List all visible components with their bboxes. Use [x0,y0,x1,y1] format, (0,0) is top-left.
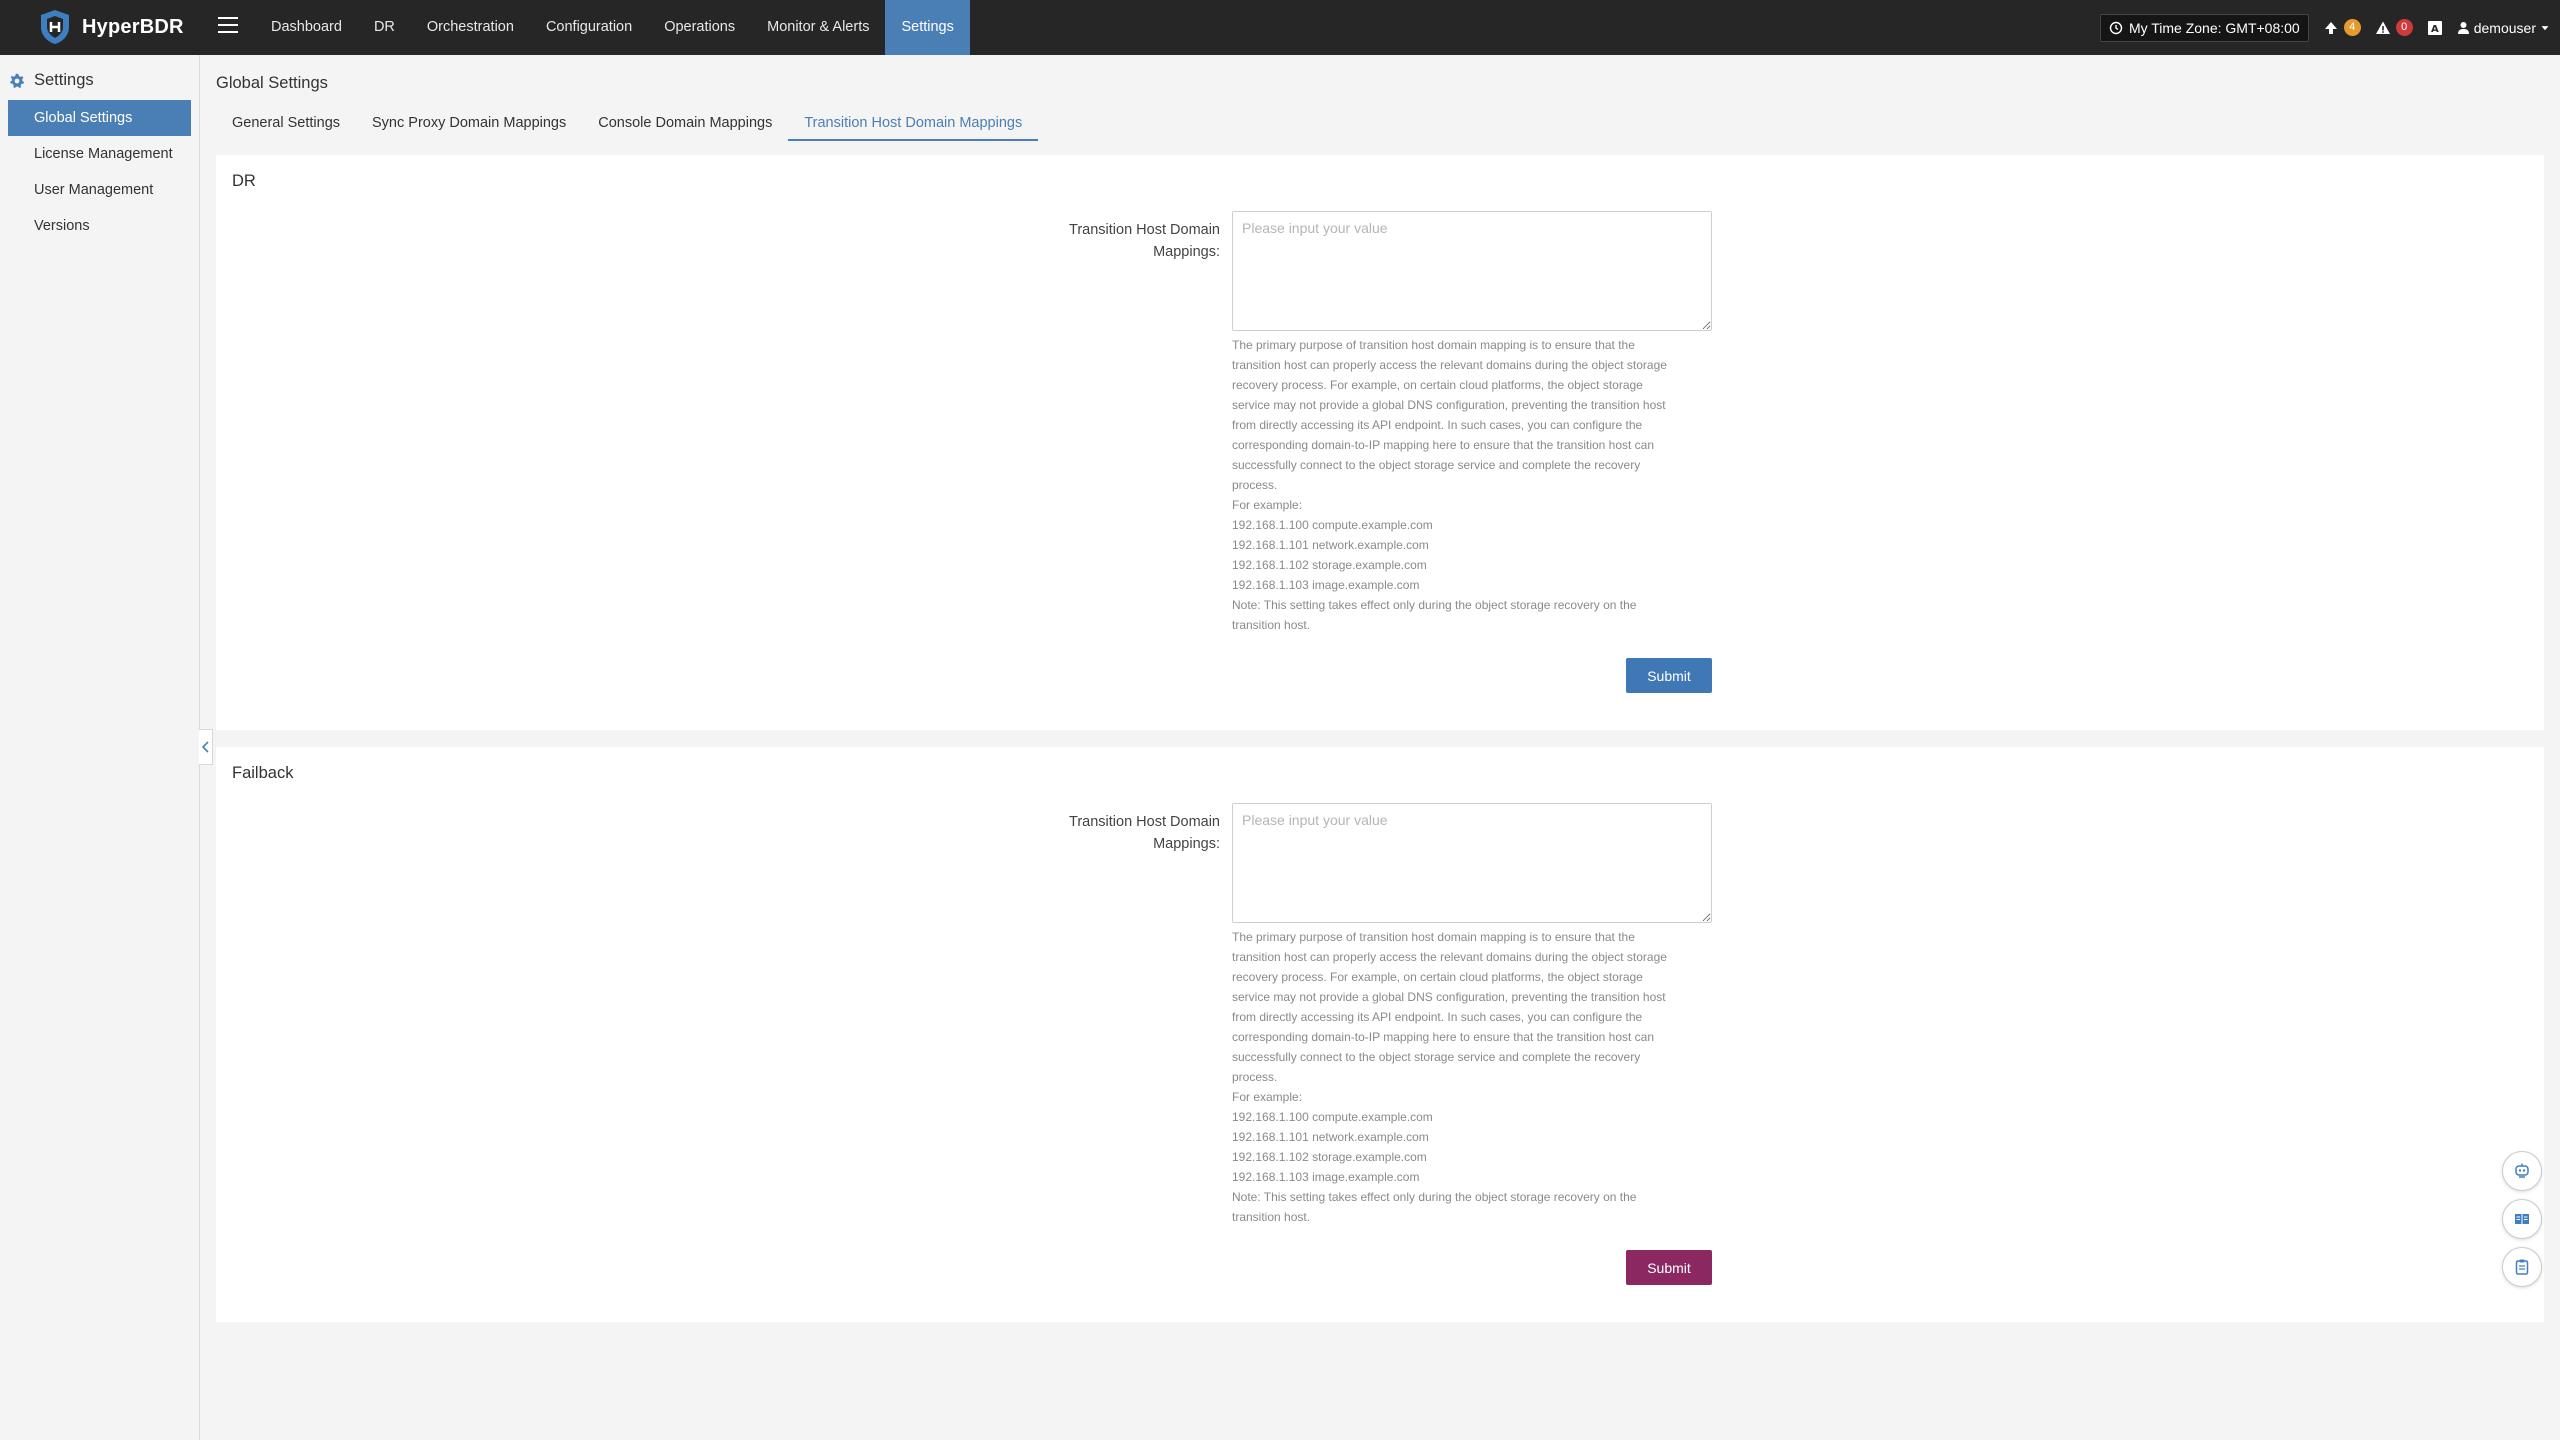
help-line: process. [1232,478,1278,492]
help-line: successfully connect to the object stora… [1232,458,1641,472]
help-line: successfully connect to the object stora… [1232,1050,1641,1064]
timezone-label: My Time Zone: GMT+08:00 [2128,19,2300,36]
help-line: recovery process. For example, on certai… [1232,378,1643,392]
header-tools: My Time Zone: GMT+08:00 4 0 A demouser [2099,0,2550,55]
svg-text:A: A [2431,24,2439,35]
field-label-line1: Transition Host Domain [1069,222,1220,238]
help-line: Note: This setting takes effect only dur… [1232,598,1637,612]
help-line: 192.168.1.103 image.example.com [1232,578,1420,592]
assistant-float-button[interactable] [2502,1151,2542,1191]
upgrade-notice[interactable]: 4 [2323,19,2361,36]
tab-console-domain-mappings[interactable]: Console Domain Mappings [582,108,788,141]
alert-notice[interactable]: 0 [2375,19,2413,36]
dr-submit-button[interactable]: Submit [1626,658,1712,693]
upgrade-count-badge: 4 [2343,19,2361,36]
help-line: 192.168.1.102 storage.example.com [1232,558,1427,572]
tasks-float-button[interactable] [2502,1247,2542,1287]
help-line: 192.168.1.100 compute.example.com [1232,518,1433,532]
field-label-line1: Transition Host Domain [1069,814,1220,830]
sidebar-item-global-settings[interactable]: Global Settings [8,100,191,136]
help-line: process. [1232,1070,1278,1084]
help-line: 192.168.1.101 network.example.com [1232,538,1429,552]
docs-float-button[interactable] [2502,1199,2542,1239]
help-line: For example: [1232,1090,1303,1104]
clipboard-icon [2515,1259,2529,1275]
brand-name: HyperBDR [82,15,184,38]
field-label: Transition Host Domain Mappings: [1046,811,1220,855]
nav-operations[interactable]: Operations [648,0,751,55]
field-label-line2: Mappings: [1153,244,1220,260]
username: demouser [2473,19,2536,36]
help-line: service may not provide a global DNS con… [1232,398,1666,412]
help-line: Note: This setting takes effect only dur… [1232,1190,1637,1204]
clock-icon [2109,21,2123,34]
help-line: corresponding domain-to-IP mapping here … [1232,1030,1655,1044]
help-line: 192.168.1.100 compute.example.com [1232,1110,1433,1124]
arrow-up-icon [2324,21,2337,34]
sidebar-item-user-management[interactable]: User Management [8,172,191,208]
nav-dashboard[interactable]: Dashboard [255,0,358,55]
sidebar-item-versions[interactable]: Versions [8,208,191,244]
language-switch[interactable]: A [2427,20,2443,36]
section-title: Failback [232,764,294,782]
sidebar-menu: Global Settings License Management User … [8,100,191,244]
failback-section-card: Failback Transition Host Domain Mappings… [216,747,2544,1322]
section-title: DR [232,172,256,190]
failback-help-text: The primary purpose of transition host d… [1232,927,1712,1227]
alert-count-badge: 0 [2395,19,2413,36]
help-line: from directly accessing its API endpoint… [1232,418,1643,432]
main-nav: Dashboard DR Orchestration Configuration… [255,0,970,55]
help-line: transition host can properly access the … [1232,358,1667,372]
tab-general-settings[interactable]: General Settings [216,108,356,141]
settings-tabs: General Settings Sync Proxy Domain Mappi… [216,108,1039,141]
help-line: 192.168.1.103 image.example.com [1232,1170,1420,1184]
help-line: For example: [1232,498,1303,512]
nav-configuration[interactable]: Configuration [530,0,648,55]
nav-settings[interactable]: Settings [885,0,970,55]
help-line: corresponding domain-to-IP mapping here … [1232,438,1655,452]
chevron-left-icon [201,741,209,753]
dr-section-card: DR Transition Host Domain Mappings: The … [216,155,2544,730]
help-line: 192.168.1.101 network.example.com [1232,1130,1429,1144]
sidebar-title: Settings [34,71,94,89]
help-line: transition host. [1232,618,1311,632]
help-line: recovery process. For example, on certai… [1232,970,1643,984]
timezone-display[interactable]: My Time Zone: GMT+08:00 [2099,13,2309,42]
field-label-line2: Mappings: [1153,836,1220,852]
help-line: The primary purpose of transition host d… [1232,338,1635,352]
help-line: service may not provide a global DNS con… [1232,990,1666,1004]
failback-submit-button[interactable]: Submit [1626,1250,1712,1285]
book-icon [2515,1214,2529,1224]
help-line: from directly accessing its API endpoint… [1232,1010,1643,1024]
help-line: transition host can properly access the … [1232,950,1667,964]
failback-domain-mappings-input[interactable] [1232,803,1712,923]
sidebar: Settings Global Settings License Managem… [0,55,200,1440]
menu-toggle-icon[interactable] [218,17,238,37]
page-title: Global Settings [216,74,328,92]
language-icon: A [2427,20,2442,35]
dr-help-text: The primary purpose of transition host d… [1232,335,1712,635]
tab-transition-host-domain-mappings[interactable]: Transition Host Domain Mappings [788,108,1039,141]
robot-icon [2515,1163,2529,1178]
brand-logo[interactable]: HyperBDR [36,8,184,46]
nav-orchestration[interactable]: Orchestration [411,0,530,55]
field-label: Transition Host Domain Mappings: [1046,219,1220,263]
gear-icon [10,73,24,88]
nav-dr[interactable]: DR [358,0,411,55]
help-line: 192.168.1.102 storage.example.com [1232,1150,1427,1164]
help-line: transition host. [1232,1210,1311,1224]
shield-logo-icon [41,10,69,44]
user-icon [2457,22,2469,34]
sidebar-collapse-button[interactable] [199,729,213,765]
caret-down-icon [2541,25,2549,30]
sidebar-item-license-management[interactable]: License Management [8,136,191,172]
warning-icon [2375,21,2390,34]
dr-domain-mappings-input[interactable] [1232,211,1712,331]
top-navbar: HyperBDR Dashboard DR Orchestration Conf… [0,0,2560,55]
nav-monitor-alerts[interactable]: Monitor & Alerts [751,0,885,55]
sidebar-header: Settings [9,71,94,90]
user-menu[interactable]: demouser [2457,20,2550,36]
help-line: The primary purpose of transition host d… [1232,930,1635,944]
tab-sync-proxy-domain-mappings[interactable]: Sync Proxy Domain Mappings [356,108,582,141]
